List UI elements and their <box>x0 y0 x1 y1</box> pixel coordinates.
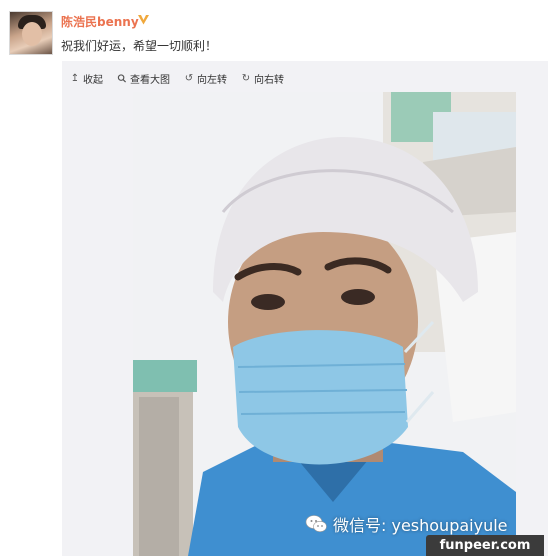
selfie-illustration <box>133 92 516 556</box>
rotate-left-icon: ↺ <box>184 72 194 84</box>
post-text: 祝我们好运，希望一切顺利！ <box>61 39 218 53</box>
site-badge: funpeer.com <box>426 535 544 556</box>
author-avatar[interactable] <box>9 11 53 55</box>
rotate-left-button[interactable]: ↺ 向左转 <box>184 71 227 86</box>
rotate-right-button[interactable]: ↻ 向右转 <box>241 71 284 86</box>
rotate-right-icon: ↻ <box>241 72 251 84</box>
rotate-right-label: 向右转 <box>254 74 284 86</box>
post-photo[interactable] <box>133 92 516 556</box>
collapse-label: 收起 <box>83 74 103 86</box>
author-name[interactable]: 陈浩民benny <box>61 13 139 30</box>
rotate-left-label: 向左转 <box>197 74 227 86</box>
view-large-label: 查看大图 <box>130 74 170 86</box>
watermark-text: 微信号: yeshoupaiyule <box>333 516 508 535</box>
collapse-button[interactable]: ↥ 收起 <box>70 71 103 86</box>
vip-badge-icon <box>138 15 149 25</box>
arrow-up-icon: ↥ <box>70 72 80 84</box>
search-icon <box>117 73 127 83</box>
wechat-icon <box>305 515 327 532</box>
view-large-button[interactable]: 查看大图 <box>117 71 170 86</box>
wechat-watermark: 微信号: yeshoupaiyule <box>305 512 508 536</box>
avatar-face <box>22 22 42 46</box>
media-panel: ↥ 收起 查看大图 ↺ 向左转 ↻ 向右转 <box>62 61 548 556</box>
image-toolbar: ↥ 收起 查看大图 ↺ 向左转 ↻ 向右转 <box>70 69 284 87</box>
